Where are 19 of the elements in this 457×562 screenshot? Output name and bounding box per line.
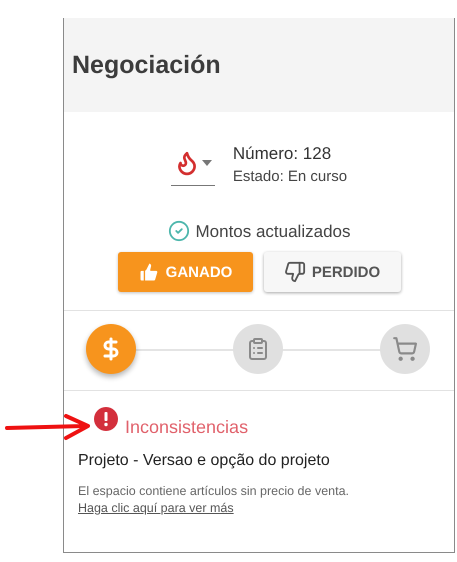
step-button[interactable] — [233, 324, 283, 374]
thumbs-up-icon — [138, 261, 160, 283]
caret-icon — [202, 160, 212, 166]
page-title: Negociación — [72, 50, 221, 80]
alert-icon — [94, 407, 118, 431]
alert-message: El espacio contiene artículos sin precio de venta. — [78, 484, 350, 498]
deal-number: Número: 128 — [232, 144, 332, 164]
sync-status: Montos actualizados — [196, 222, 350, 242]
thumbs-down-icon — [284, 261, 306, 283]
deal-status: Estado: En curso — [232, 168, 348, 185]
alert-heading: Projeto - Versao e opção do projeto — [78, 452, 331, 470]
clipboard-icon — [246, 337, 270, 361]
more-link[interactable]: Haga clic aquí para ver más — [78, 501, 234, 515]
check-icon — [168, 220, 190, 242]
step-button[interactable] — [380, 324, 430, 374]
lost-button[interactable]: PERDIDO — [264, 252, 400, 292]
cart-icon — [392, 336, 418, 362]
step-button[interactable] — [86, 324, 136, 374]
alert-title: Inconsistencias — [125, 417, 248, 438]
